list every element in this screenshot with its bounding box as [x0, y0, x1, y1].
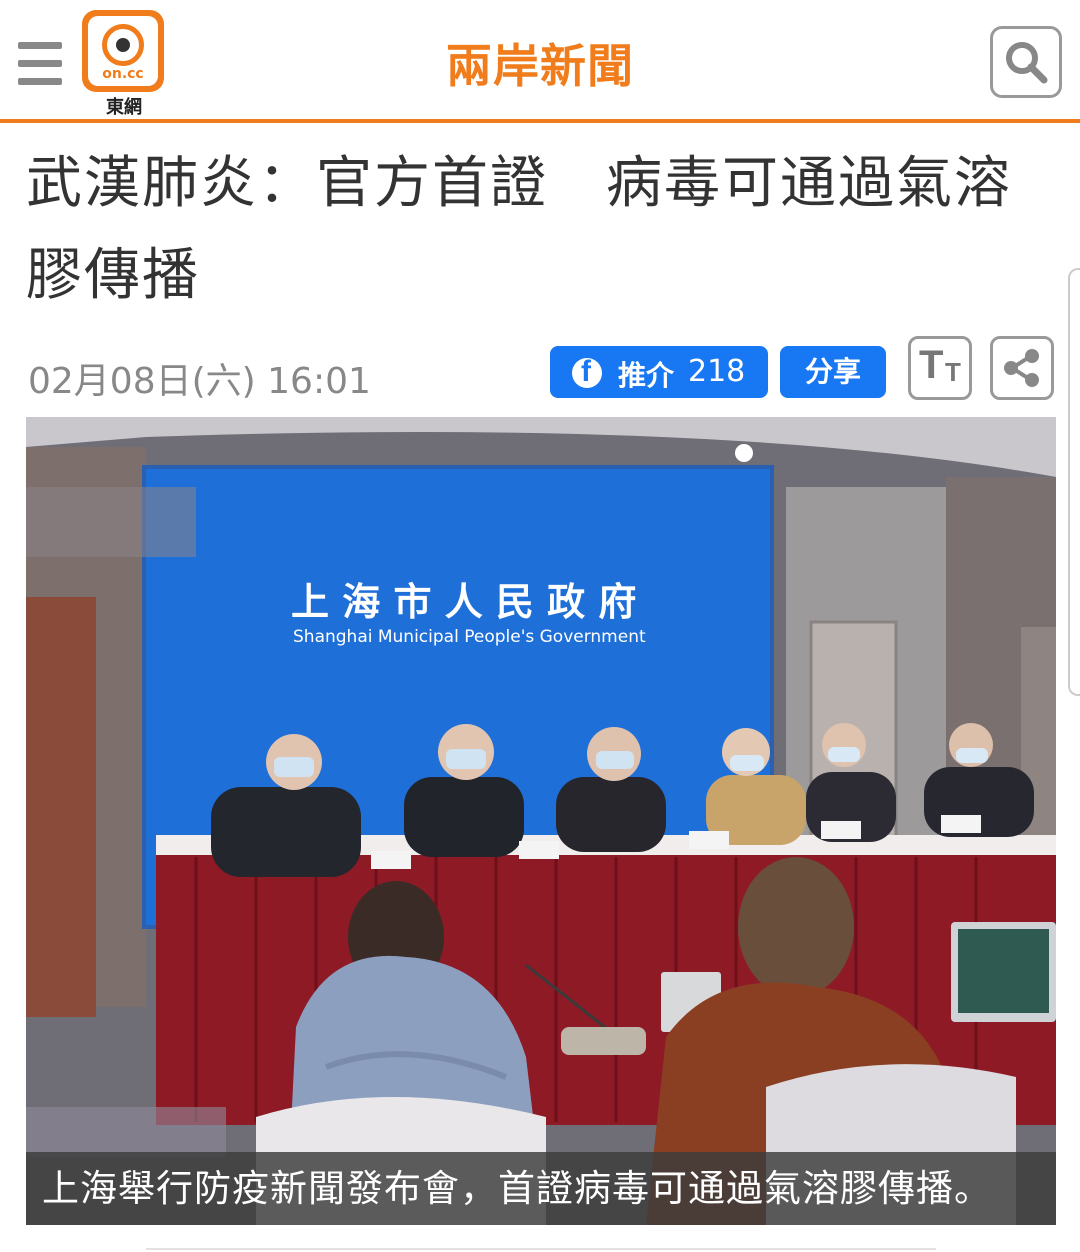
- search-button[interactable]: [990, 26, 1062, 98]
- site-logo[interactable]: on.cc: [82, 10, 164, 92]
- facebook-share-button[interactable]: 分享: [780, 346, 886, 398]
- hamburger-menu-icon[interactable]: [18, 42, 62, 86]
- content-divider: [146, 1248, 936, 1250]
- logo-ring-icon: [102, 24, 144, 66]
- share-icon: [1004, 349, 1039, 387]
- section-title: 兩岸新聞: [446, 39, 634, 93]
- facebook-like-label: 推介: [618, 359, 675, 392]
- article-photo[interactable]: 上 海 市 人 民 政 府 Shanghai Municipal People'…: [26, 417, 1056, 1225]
- font-size-button[interactable]: T T: [908, 336, 972, 400]
- scroll-indicator[interactable]: [1068, 268, 1080, 696]
- font-size-icon: T: [919, 343, 944, 387]
- press-conference-image: 上 海 市 人 民 政 府 Shanghai Municipal People'…: [26, 417, 1056, 1225]
- facebook-like-button[interactable]: 推介 218: [550, 346, 768, 398]
- article-headline: 武漢肺炎：官方首證 病毒可通過氣溶膠傳播: [26, 151, 1012, 308]
- search-icon: [1006, 42, 1048, 84]
- article-date: 02月08日(六) 16:01: [28, 361, 371, 402]
- photo-caption: 上海舉行防疫新聞發布會，首證病毒可通過氣溶膠傳播。: [26, 1152, 1056, 1225]
- backdrop-title-cn: 上 海 市 人 民 政 府: [291, 580, 636, 624]
- facebook-icon: [572, 355, 602, 389]
- backdrop-title-en: Shanghai Municipal People's Government: [293, 627, 646, 647]
- share-button[interactable]: [990, 336, 1054, 400]
- app-header: on.cc 東網 兩岸新聞: [0, 0, 1080, 123]
- logo-subtitle: 東網: [106, 97, 142, 118]
- logo-text: on.cc: [102, 66, 144, 82]
- header-divider: [0, 119, 1080, 123]
- facebook-like-count: 218: [688, 354, 746, 389]
